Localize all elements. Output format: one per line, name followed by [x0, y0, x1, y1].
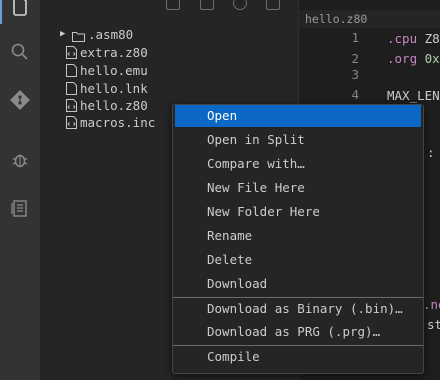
line-number: 4 [351, 87, 359, 102]
collapse-icon[interactable] [266, 0, 280, 10]
line-number: 2 [351, 51, 359, 66]
search-icon[interactable] [8, 40, 32, 64]
menu-item-label: Delete [207, 252, 253, 267]
menu-item-download-prg[interactable]: Download as PRG (.prg)… [175, 321, 421, 343]
extensions-icon[interactable] [8, 196, 32, 220]
explorer-toolbar [40, 0, 298, 10]
menu-item-label: New File Here [207, 180, 305, 195]
context-menu: Open Open in Split Compare with… New Fil… [172, 104, 424, 374]
activity-bar [0, 0, 40, 380]
code-keyword: .org [387, 51, 418, 66]
code-line-2[interactable]: .org 0x [387, 51, 440, 66]
menu-item-label: Rename [207, 228, 253, 243]
code-fragment: : [427, 145, 435, 160]
folder-icon [72, 29, 85, 42]
code-file-icon [66, 99, 77, 112]
line-number: 3 [351, 67, 359, 82]
menu-item-label: Compare with… [207, 156, 305, 171]
menu-item-label: Open [207, 108, 238, 123]
menu-item-compare-with[interactable]: Compare with… [175, 153, 421, 175]
code-line-4[interactable]: MAX_LEN [387, 88, 440, 103]
files-icon[interactable] [8, 0, 32, 18]
menu-item-label: Open in Split [207, 132, 305, 147]
chevron-right-icon: ▶ [60, 29, 66, 39]
tree-item-label: hello.lnk [80, 81, 148, 96]
code-file-icon [66, 116, 77, 129]
new-file-icon[interactable] [166, 0, 180, 10]
menu-item-new-folder-here[interactable]: New Folder Here [175, 201, 421, 223]
code-file-icon [66, 46, 77, 59]
tree-item-label: macros.inc [80, 115, 156, 130]
menu-item-label: New Folder Here [207, 204, 320, 219]
refresh-icon[interactable] [233, 0, 247, 10]
code-keyword: .cpu [387, 31, 418, 46]
tree-item-label: hello.z80 [80, 98, 148, 113]
debug-icon[interactable] [8, 148, 32, 172]
tree-item-label: .asm80 [88, 27, 134, 42]
file-icon [66, 82, 77, 95]
code-fragment: st [427, 317, 440, 332]
menu-item-open-in-split[interactable]: Open in Split [175, 129, 421, 151]
tab-bar: hello.z80 [299, 10, 440, 28]
menu-item-delete[interactable]: Delete [175, 249, 421, 271]
menu-item-compile[interactable]: Compile [175, 346, 421, 368]
code-text: MAX_LEN [387, 88, 440, 103]
code-fragment: .ne [423, 297, 440, 312]
tree-item-label: extra.z80 [80, 45, 148, 60]
active-indicator [0, 0, 2, 24]
menu-item-rename[interactable]: Rename [175, 225, 421, 247]
tree-item-label: hello.emu [80, 63, 148, 78]
code-text: 0x [417, 51, 440, 66]
menu-item-new-file-here[interactable]: New File Here [175, 177, 421, 199]
menu-item-download[interactable]: Download [175, 273, 421, 295]
menu-item-open[interactable]: Open [175, 105, 421, 127]
menu-item-label: Download [207, 276, 268, 291]
menu-item-label: Compile [207, 349, 260, 364]
new-folder-icon[interactable] [200, 0, 214, 10]
menu-item-label: Download as Binary (.bin)… [207, 301, 403, 316]
file-icon [66, 64, 77, 77]
menu-item-label: Download as PRG (.prg)… [207, 324, 381, 339]
tab-hello-z80[interactable]: hello.z80 [305, 10, 367, 28]
code-line-1[interactable]: .cpu Z8 [387, 31, 440, 46]
source-control-icon[interactable] [8, 88, 32, 112]
menu-item-download-binary[interactable]: Download as Binary (.bin)… [175, 298, 421, 320]
line-number: 1 [351, 30, 359, 45]
code-text: Z8 [417, 31, 440, 46]
